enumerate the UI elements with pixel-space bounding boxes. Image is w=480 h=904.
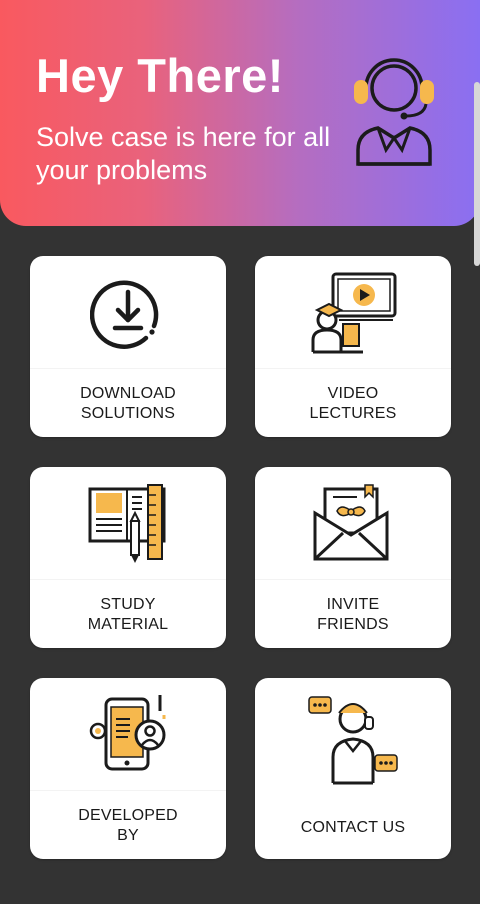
book-pencil-icon: [88, 484, 166, 563]
card-label: INVITE FRIENDS: [317, 595, 389, 633]
card-label: DOWNLOAD SOLUTIONS: [80, 384, 176, 422]
developed-by-card[interactable]: DEVELOPED BY: [30, 678, 226, 859]
card-label: VIDEO LECTURES: [309, 384, 397, 422]
card-label: STUDY MATERIAL: [87, 595, 169, 633]
header-subtitle: Solve case is here for all your problems: [36, 122, 331, 185]
developer-phone-icon: [89, 695, 166, 771]
card-icon-area: [255, 678, 451, 796]
card-label: CONTACT US: [300, 818, 406, 836]
card-label: DEVELOPED BY: [78, 806, 178, 844]
card-icon-area: [30, 256, 226, 368]
contact-us-card[interactable]: CONTACT US: [255, 678, 451, 859]
study-material-card[interactable]: STUDY MATERIAL: [30, 467, 226, 648]
download-solutions-card[interactable]: DOWNLOAD SOLUTIONS: [30, 256, 226, 437]
header-banner: Hey There! Solve case is here for all yo…: [0, 0, 480, 226]
video-lectures-card[interactable]: VIDEO LECTURES: [255, 256, 451, 437]
page-title: Hey There!: [36, 49, 284, 102]
card-icon-area: [255, 467, 451, 579]
invite-friends-card[interactable]: INVITE FRIENDS: [255, 467, 451, 648]
invite-envelope-icon: [313, 484, 389, 561]
contact-person-icon: [308, 696, 398, 785]
support-agent-icon: [354, 58, 434, 166]
scrollbar[interactable]: [474, 82, 480, 266]
video-lecture-icon: [311, 272, 397, 354]
download-icon: [90, 280, 159, 349]
card-icon-area: [255, 256, 451, 368]
card-icon-area: [30, 467, 226, 579]
card-icon-area: [30, 678, 226, 790]
